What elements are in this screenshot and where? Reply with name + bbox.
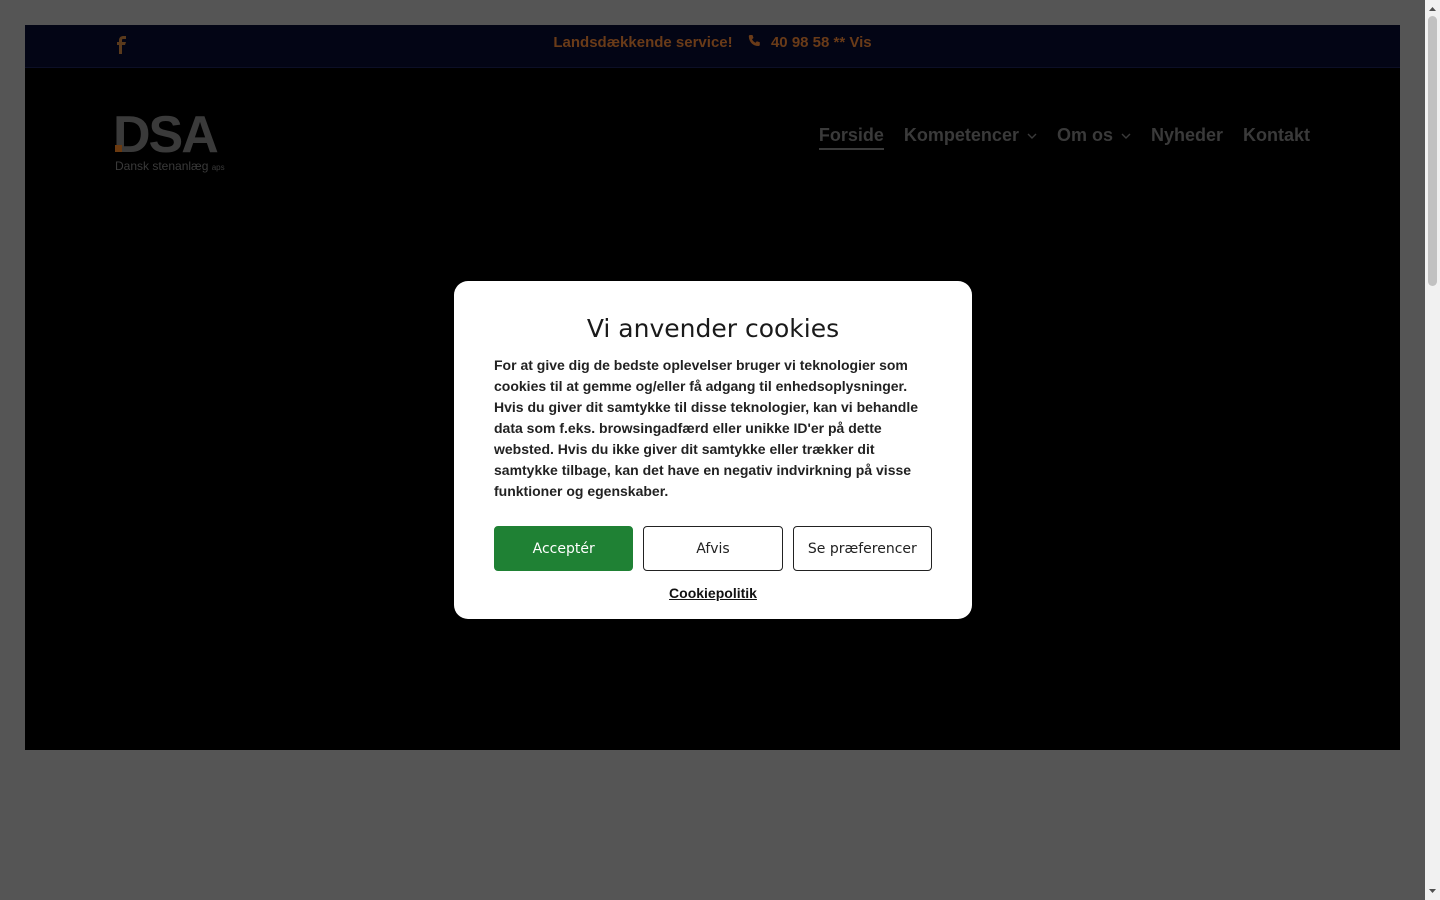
preferences-button[interactable]: Se præferencer bbox=[792, 526, 932, 571]
cookie-button-row: Acceptér Afvis Se præferencer bbox=[494, 526, 932, 571]
scrollbar[interactable] bbox=[1425, 0, 1440, 900]
cookie-policy-link[interactable]: Cookiepolitik bbox=[494, 585, 932, 601]
scroll-up-arrow-icon[interactable] bbox=[1428, 4, 1437, 13]
cookie-dialog-body: For at give dig de bedste oplevelser bru… bbox=[494, 357, 919, 499]
accept-button[interactable]: Acceptér bbox=[494, 526, 634, 571]
scrollbar-thumb[interactable] bbox=[1428, 16, 1437, 286]
cookie-consent-dialog: Vi anvender cookies For at give dig de b… bbox=[454, 281, 972, 619]
scroll-down-arrow-icon[interactable] bbox=[1428, 887, 1437, 896]
deny-button[interactable]: Afvis bbox=[643, 526, 783, 571]
cookie-dialog-title: Vi anvender cookies bbox=[586, 314, 840, 343]
